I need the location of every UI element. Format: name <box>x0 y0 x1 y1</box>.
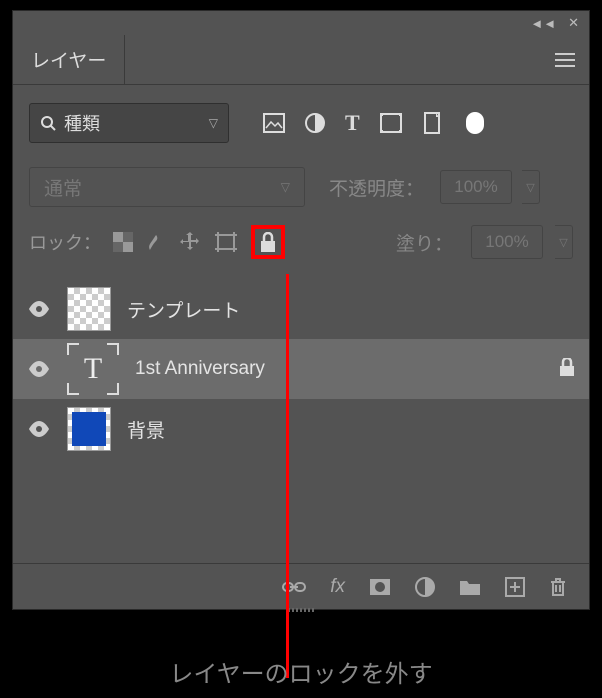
delete-layer-icon[interactable] <box>549 577 567 597</box>
mask-icon[interactable] <box>369 578 391 596</box>
blend-mode-select[interactable]: 通常 ▽ <box>29 167 305 207</box>
chevron-down-icon: ▽ <box>209 116 218 130</box>
layer-row[interactable]: T 1st Anniversary <box>13 339 589 399</box>
opacity-input[interactable]: 100% <box>440 170 512 204</box>
layer-row[interactable]: 背景 <box>13 399 589 459</box>
lock-transparency-icon[interactable] <box>113 232 133 252</box>
smartobject-filter-icon[interactable] <box>422 112 442 134</box>
annotation-line <box>286 274 289 678</box>
filter-toggle[interactable] <box>466 112 484 134</box>
layer-locked-icon[interactable] <box>559 358 575 381</box>
layer-name[interactable]: テンプレート <box>127 296 240 323</box>
panel-menu-icon[interactable] <box>555 35 589 84</box>
lock-position-icon[interactable] <box>179 231 201 253</box>
lock-row: ロック： 塗り： 100% ▽ <box>13 213 589 271</box>
visibility-toggle[interactable] <box>27 421 51 437</box>
visibility-toggle[interactable] <box>27 301 51 317</box>
filter-row: 種類 ▽ T <box>13 85 589 161</box>
resize-grip[interactable] <box>277 608 325 612</box>
new-layer-icon[interactable] <box>505 577 525 597</box>
fill-label: 塗り： <box>396 229 453 256</box>
lock-pixels-icon[interactable] <box>147 232 165 252</box>
adjustment-filter-icon[interactable] <box>305 113 325 133</box>
layer-thumbnail[interactable] <box>67 407 111 451</box>
layer-thumbnail[interactable] <box>67 287 111 331</box>
close-icon[interactable]: ✕ <box>568 15 579 31</box>
layer-filter-select[interactable]: 種類 ▽ <box>29 103 229 143</box>
lock-artboard-icon[interactable] <box>215 232 237 252</box>
lock-all-icon[interactable] <box>259 232 277 252</box>
shape-filter-icon[interactable] <box>380 113 402 133</box>
group-icon[interactable] <box>459 578 481 596</box>
search-icon <box>40 115 56 131</box>
type-filter-icon[interactable]: T <box>345 110 360 136</box>
layer-name[interactable]: 背景 <box>127 416 165 443</box>
layers-panel: ◄◄ ✕ レイヤー 種類 ▽ T 通常 ▽ 不透明度： 100% ▽ <box>12 10 590 610</box>
lock-label: ロック： <box>29 229 101 255</box>
lock-all-button-highlight <box>251 225 285 259</box>
layer-name[interactable]: 1st Anniversary <box>135 358 265 380</box>
adjustment-layer-icon[interactable] <box>415 577 435 597</box>
blend-row: 通常 ▽ 不透明度： 100% ▽ <box>13 161 589 213</box>
panel-topbar: ◄◄ ✕ <box>13 11 589 35</box>
layer-row[interactable]: テンプレート <box>13 279 589 339</box>
annotation-caption: レイヤーのロックを外す <box>0 654 602 689</box>
image-filter-icon[interactable] <box>263 113 285 133</box>
layers-list: テンプレート T 1st Anniversary 背景 <box>13 271 589 467</box>
collapse-icon[interactable]: ◄◄ <box>530 16 556 31</box>
blend-mode-value: 通常 <box>44 174 82 201</box>
fx-icon[interactable]: fx <box>330 576 345 598</box>
fill-dropdown[interactable]: ▽ <box>555 225 573 259</box>
filter-label: 種類 <box>64 110 100 136</box>
layer-thumbnail[interactable]: T <box>67 343 119 395</box>
panel-bottom-bar: fx <box>13 563 589 609</box>
visibility-toggle[interactable] <box>27 361 51 377</box>
opacity-label: 不透明度： <box>329 174 424 201</box>
tab-row: レイヤー <box>13 35 589 85</box>
tab-layers[interactable]: レイヤー <box>13 35 125 84</box>
opacity-dropdown[interactable]: ▽ <box>522 170 540 204</box>
filter-type-icons: T <box>263 110 442 136</box>
text-layer-icon: T <box>67 343 119 395</box>
fill-input[interactable]: 100% <box>471 225 543 259</box>
chevron-down-icon: ▽ <box>281 180 290 194</box>
